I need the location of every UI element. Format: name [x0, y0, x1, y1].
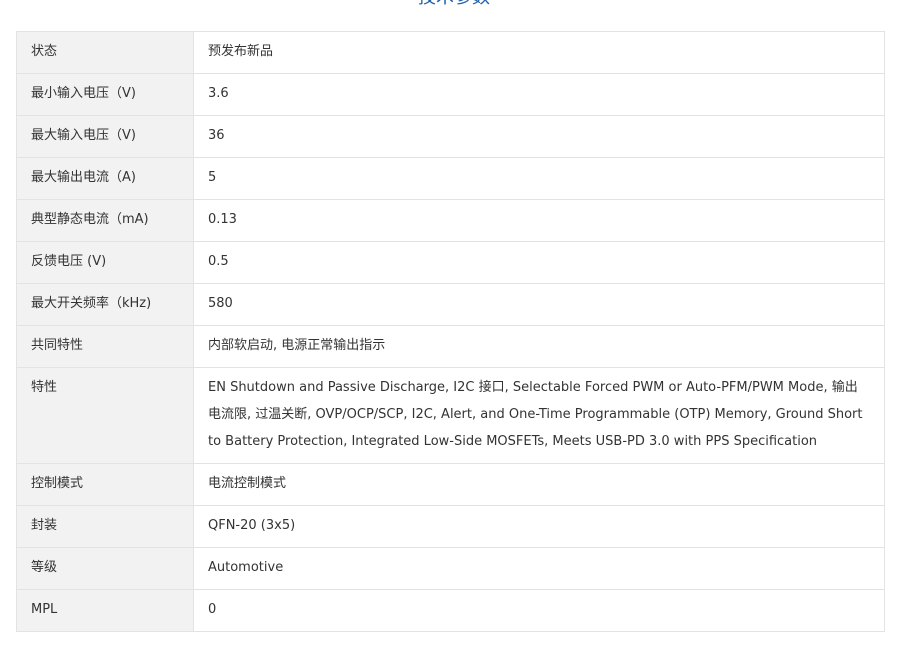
spec-key: 最大开关频率（kHz)	[16, 283, 194, 326]
spec-value: 3.6	[193, 73, 885, 116]
spec-key: 最大输入电压（V)	[16, 115, 194, 158]
spec-value: QFN-20 (3x5)	[193, 505, 885, 548]
table-row: 控制模式 电流控制模式	[16, 463, 885, 506]
spec-key: 特性	[16, 367, 194, 464]
table-row: 反馈电压 (V) 0.5	[16, 241, 885, 284]
spec-key: 状态	[16, 31, 194, 74]
spec-table: 状态 预发布新品 最小输入电压（V) 3.6 最大输入电压（V) 36 最大输出…	[16, 31, 885, 632]
table-row: MPL 0	[16, 589, 885, 632]
spec-key: 最大输出电流（A)	[16, 157, 194, 200]
spec-value: 36	[193, 115, 885, 158]
spec-key: 最小输入电压（V)	[16, 73, 194, 116]
table-row: 最小输入电压（V) 3.6	[16, 73, 885, 116]
section-header: 技术参数	[0, 0, 908, 10]
spec-value: 0.13	[193, 199, 885, 242]
spec-value: Automotive	[193, 547, 885, 590]
table-row: 最大输入电压（V) 36	[16, 115, 885, 158]
table-row: 特性 EN Shutdown and Passive Discharge, I2…	[16, 367, 885, 464]
table-row: 封装 QFN-20 (3x5)	[16, 505, 885, 548]
spec-value: 580	[193, 283, 885, 326]
spec-key: 等级	[16, 547, 194, 590]
spec-key: 共同特性	[16, 325, 194, 368]
table-row: 状态 预发布新品	[16, 31, 885, 74]
spec-value: 内部软启动, 电源正常输出指示	[193, 325, 885, 368]
spec-value: 预发布新品	[193, 31, 885, 74]
spec-value: 电流控制模式	[193, 463, 885, 506]
spec-key: 控制模式	[16, 463, 194, 506]
spec-key: 典型静态电流（mA)	[16, 199, 194, 242]
spec-key: 反馈电压 (V)	[16, 241, 194, 284]
table-row: 共同特性 内部软启动, 电源正常输出指示	[16, 325, 885, 368]
spec-value: 5	[193, 157, 885, 200]
table-row: 等级 Automotive	[16, 547, 885, 590]
spec-key: MPL	[16, 589, 194, 632]
spec-value: 0	[193, 589, 885, 632]
spec-key: 封装	[16, 505, 194, 548]
spec-value: EN Shutdown and Passive Discharge, I2C 接…	[193, 367, 885, 464]
spec-page: 技术参数 状态 预发布新品 最小输入电压（V) 3.6 最大输入电压（V) 36…	[0, 0, 908, 647]
spec-value: 0.5	[193, 241, 885, 284]
table-row: 最大输出电流（A) 5	[16, 157, 885, 200]
section-title: 技术参数	[418, 0, 490, 8]
table-row: 典型静态电流（mA) 0.13	[16, 199, 885, 242]
table-row: 最大开关频率（kHz) 580	[16, 283, 885, 326]
